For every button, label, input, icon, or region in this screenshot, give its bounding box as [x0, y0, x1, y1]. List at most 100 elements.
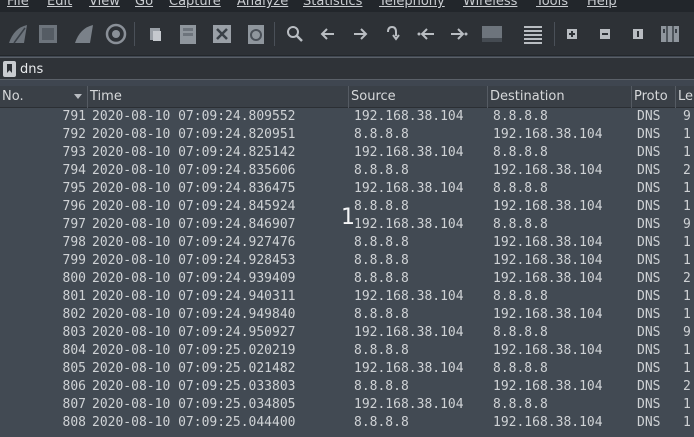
zoom-in-icon[interactable]	[558, 20, 586, 48]
resize-columns-icon[interactable]	[656, 20, 684, 48]
packet-source: 8.8.8.8	[354, 163, 409, 178]
packet-protocol: DNS	[637, 307, 661, 322]
packet-protocol: DNS	[637, 361, 661, 376]
open-file-icon[interactable]	[142, 20, 170, 48]
packet-length: 1	[683, 127, 691, 142]
packet-length: 1	[683, 307, 691, 322]
packet-source: 8.8.8.8	[354, 415, 409, 430]
column-header-destination[interactable]: Destination	[488, 86, 632, 108]
packet-number: 793	[62, 145, 86, 160]
save-file-icon[interactable]	[174, 20, 202, 48]
column-header-time[interactable]: Time	[88, 86, 349, 108]
packet-length: 1	[683, 235, 691, 250]
column-label: Len	[678, 89, 694, 104]
auto-scroll-icon[interactable]	[478, 20, 506, 48]
packet-list-header: No. Time Source Destination Proto Len	[0, 86, 694, 108]
menu-view[interactable]: View	[89, 0, 120, 9]
packet-row[interactable]: 800 2020-08-10 07:09:24.939409 8.8.8.8 192.…	[0, 270, 694, 288]
packet-source: 8.8.8.8	[354, 253, 409, 268]
close-file-icon[interactable]	[208, 20, 236, 48]
packet-row[interactable]: 801 2020-08-10 07:09:24.940311 192.168.38.…	[0, 288, 694, 306]
packet-number: 800	[62, 271, 86, 286]
packet-number: 801	[62, 289, 86, 304]
packet-destination: 192.168.38.104	[493, 307, 603, 322]
menu-statistics[interactable]: Statistics	[303, 0, 362, 9]
menu-wireless[interactable]: Wireless	[463, 0, 517, 9]
start-capture-icon[interactable]	[4, 20, 32, 48]
packet-row[interactable]: 803 2020-08-10 07:09:24.950927 192.168.38.…	[0, 324, 694, 342]
zoom-out-icon[interactable]	[591, 20, 619, 48]
packet-time: 2020-08-10 07:09:24.825142	[92, 145, 296, 160]
packet-number: 805	[62, 361, 86, 376]
first-packet-icon[interactable]	[412, 20, 440, 48]
packet-destination: 192.168.38.104	[493, 271, 603, 286]
normal-size-icon[interactable]	[624, 20, 652, 48]
menu-tools[interactable]: Tools	[536, 0, 568, 9]
toolbar-divider	[554, 22, 555, 46]
packet-protocol: DNS	[637, 181, 661, 196]
packet-destination: 192.168.38.104	[493, 415, 603, 430]
find-packet-icon[interactable]	[281, 20, 309, 48]
packet-number: 808	[62, 415, 86, 430]
go-back-icon[interactable]	[314, 20, 342, 48]
packet-row[interactable]: 791 2020-08-10 07:09:24.809552 192.168.38.…	[0, 108, 694, 126]
packet-row[interactable]: 799 2020-08-10 07:09:24.928453 8.8.8.8 192.…	[0, 252, 694, 270]
column-header-length[interactable]: Len	[676, 86, 694, 108]
packet-row[interactable]: 804 2020-08-10 07:09:25.020219 8.8.8.8 192.…	[0, 342, 694, 360]
display-filter-input[interactable]	[20, 60, 690, 78]
packet-list: 791 2020-08-10 07:09:24.809552 192.168.38.…	[0, 108, 694, 437]
packet-row[interactable]: 793 2020-08-10 07:09:24.825142 192.168.38.…	[0, 144, 694, 162]
packet-row[interactable]: 807 2020-08-10 07:09:25.034805 192.168.38.…	[0, 396, 694, 414]
packet-length: 9	[683, 109, 691, 124]
column-header-protocol[interactable]: Proto	[632, 86, 676, 108]
overlay-label: 1	[341, 205, 355, 230]
packet-number: 807	[62, 397, 86, 412]
colorize-icon[interactable]	[519, 20, 547, 48]
packet-source: 192.168.38.104	[354, 289, 464, 304]
packet-protocol: DNS	[637, 217, 661, 232]
capture-options-icon[interactable]	[102, 20, 130, 48]
packet-time: 2020-08-10 07:09:24.928453	[92, 253, 296, 268]
packet-row[interactable]: 795 2020-08-10 07:09:24.836475 192.168.38.…	[0, 180, 694, 198]
column-label: No.	[2, 89, 24, 104]
restart-capture-icon[interactable]	[70, 20, 98, 48]
go-forward-icon[interactable]	[346, 20, 374, 48]
stop-capture-icon[interactable]	[34, 20, 62, 48]
menu-analyze[interactable]: Analyze	[237, 0, 288, 9]
packet-row[interactable]: 805 2020-08-10 07:09:25.021482 192.168.38.…	[0, 360, 694, 378]
column-header-source[interactable]: Source	[349, 86, 488, 108]
packet-destination: 192.168.38.104	[493, 199, 603, 214]
packet-row[interactable]: 802 2020-08-10 07:09:24.949840 8.8.8.8 192.…	[0, 306, 694, 324]
packet-row[interactable]: 808 2020-08-10 07:09:25.044400 8.8.8.8 192.…	[0, 414, 694, 432]
packet-protocol: DNS	[637, 397, 661, 412]
packet-number: 794	[62, 163, 86, 178]
last-packet-icon[interactable]	[445, 20, 473, 48]
packet-destination: 8.8.8.8	[493, 361, 548, 376]
column-label: Proto	[634, 89, 668, 104]
menu-file[interactable]: File	[7, 0, 29, 9]
packet-destination: 192.168.38.104	[493, 127, 603, 142]
packet-length: 2	[683, 271, 691, 286]
menu-go[interactable]: Go	[135, 0, 153, 9]
packet-destination: 8.8.8.8	[493, 217, 548, 232]
menu-capture[interactable]: Capture	[169, 0, 221, 9]
packet-time: 2020-08-10 07:09:25.020219	[92, 343, 296, 358]
packet-time: 2020-08-10 07:09:24.927476	[92, 235, 296, 250]
packet-row[interactable]: 806 2020-08-10 07:09:25.033803 8.8.8.8 192.…	[0, 378, 694, 396]
packet-row[interactable]: 792 2020-08-10 07:09:24.820951 8.8.8.8 192.…	[0, 126, 694, 144]
go-to-packet-icon[interactable]	[378, 20, 406, 48]
packet-protocol: DNS	[637, 199, 661, 214]
packet-destination: 192.168.38.104	[493, 343, 603, 358]
menu-edit[interactable]: Edit	[47, 0, 72, 9]
reload-file-icon[interactable]	[242, 20, 270, 48]
menu-telephony[interactable]: Telephony	[379, 0, 445, 9]
packet-time: 2020-08-10 07:09:24.940311	[92, 289, 296, 304]
packet-protocol: DNS	[637, 271, 661, 286]
packet-source: 8.8.8.8	[354, 343, 409, 358]
packet-row[interactable]: 794 2020-08-10 07:09:24.835606 8.8.8.8 192.…	[0, 162, 694, 180]
packet-row[interactable]: 798 2020-08-10 07:09:24.927476 8.8.8.8 192.…	[0, 234, 694, 252]
menu-help[interactable]: Help	[587, 0, 617, 9]
bookmark-icon[interactable]	[3, 61, 16, 77]
packet-destination: 8.8.8.8	[493, 181, 548, 196]
column-header-no[interactable]: No.	[0, 86, 88, 108]
